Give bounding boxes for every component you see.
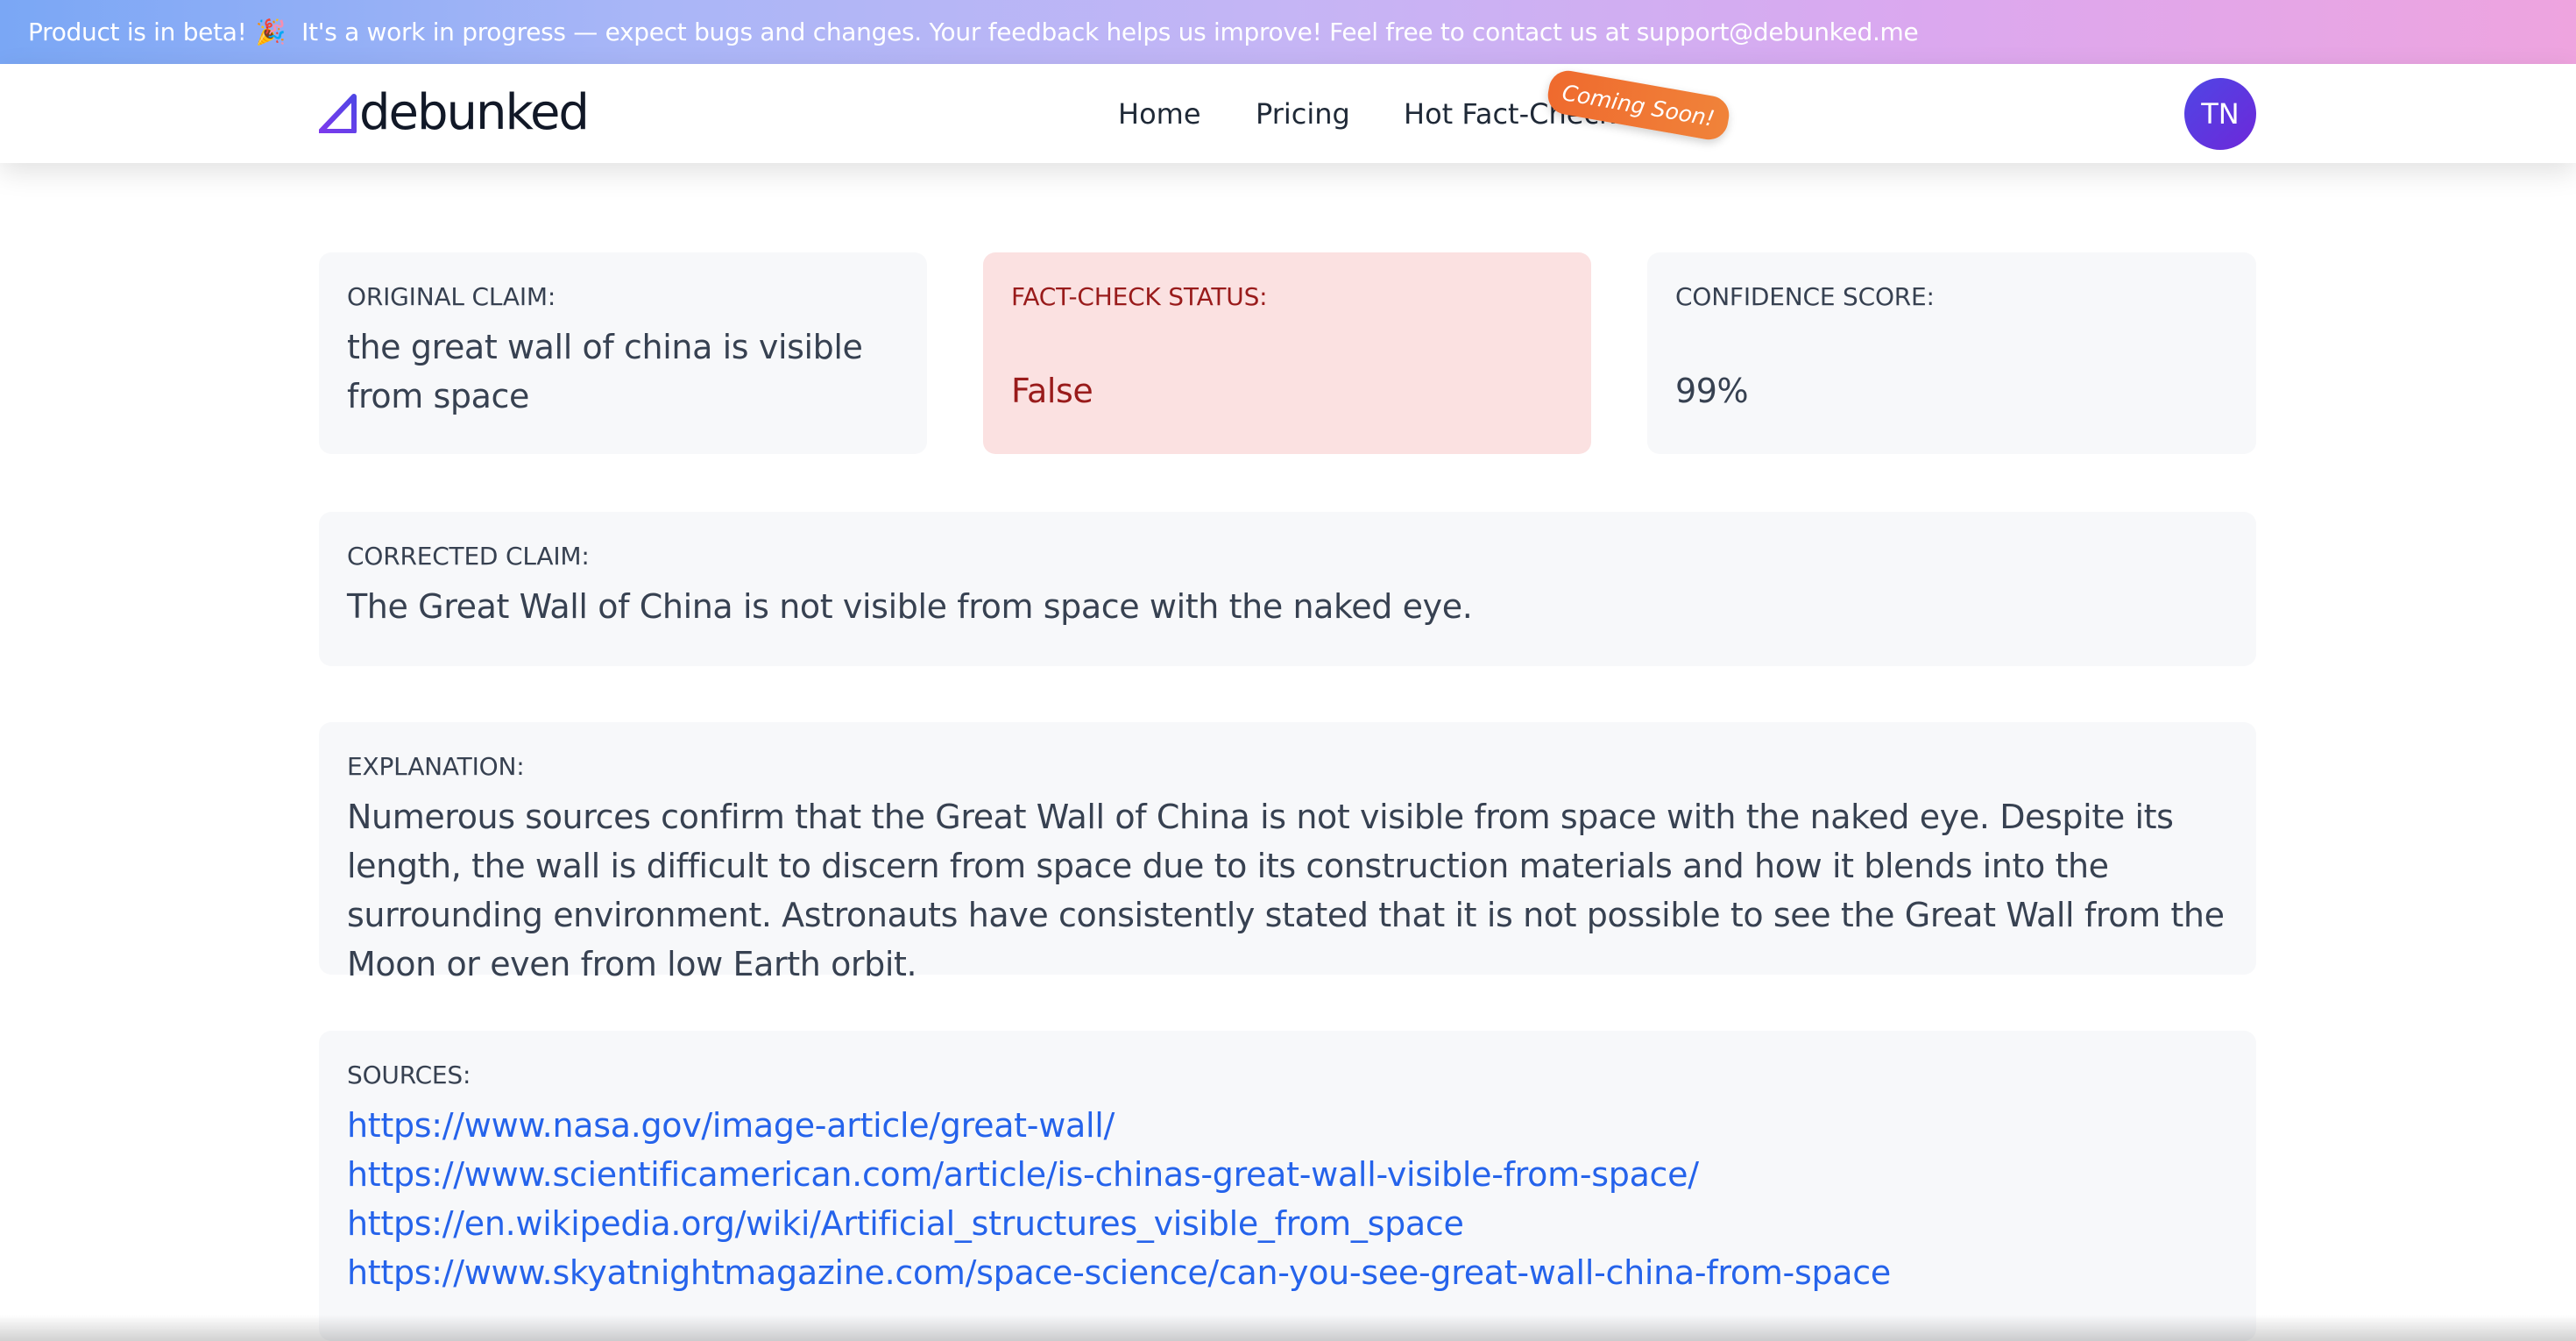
source-link[interactable]: https://en.wikipedia.org/wiki/Artificial…	[347, 1199, 2228, 1248]
nav-home[interactable]: Home	[1118, 64, 1201, 163]
original-claim-value: the great wall of china is visible from …	[347, 328, 863, 415]
source-link[interactable]: https://www.nasa.gov/image-article/great…	[347, 1101, 2228, 1150]
confidence-score-label: CONFIDENCE SCORE:	[1675, 282, 1935, 311]
sources-card: SOURCES: https://www.nasa.gov/image-arti…	[319, 1031, 2256, 1341]
source-link[interactable]: https://www.scientificamerican.com/artic…	[347, 1150, 2228, 1199]
fact-check-status-label: FACT-CHECK STATUS:	[1011, 282, 1268, 311]
original-claim-card: ORIGINAL CLAIM: the great wall of china …	[319, 252, 927, 454]
logo[interactable]: debunked	[319, 84, 590, 141]
logo-text: debunked	[359, 84, 590, 141]
avatar[interactable]: TN	[2184, 78, 2256, 150]
fact-check-status-value: False	[1011, 372, 1093, 410]
corrected-claim-card: CORRECTED CLAIM: The Great Wall of China…	[319, 512, 2256, 666]
explanation-card: EXPLANATION: Numerous sources confirm th…	[319, 722, 2256, 983]
explanation-value: Numerous sources confirm that the Great …	[347, 798, 2225, 983]
original-claim-label: ORIGINAL CLAIM:	[347, 282, 556, 311]
site-header: debunked Home Pricing Hot Fact-Checks Co…	[0, 64, 2576, 163]
fact-check-status-card: FACT-CHECK STATUS: False	[983, 252, 1591, 454]
corrected-claim-value: The Great Wall of China is not visible f…	[347, 587, 1473, 626]
source-link[interactable]: https://www.skyatnightmagazine.com/space…	[347, 1248, 2228, 1297]
corrected-claim-label: CORRECTED CLAIM:	[347, 542, 590, 571]
beta-banner-title: Product is in beta!	[28, 18, 247, 46]
confidence-score-value: 99%	[1675, 372, 1749, 410]
party-popper-icon: 🎉	[255, 18, 287, 46]
explanation-label: EXPLANATION:	[347, 752, 525, 781]
nav-pricing[interactable]: Pricing	[1256, 64, 1350, 163]
sources-list: https://www.nasa.gov/image-article/great…	[347, 1101, 2228, 1297]
sources-label: SOURCES:	[347, 1061, 471, 1089]
logo-mark-icon	[319, 94, 357, 133]
confidence-score-card: CONFIDENCE SCORE: 99%	[1647, 252, 2256, 454]
beta-banner-message: It's a work in progress — expect bugs an…	[301, 18, 1919, 46]
beta-banner: Product is in beta! 🎉 It's a work in pro…	[0, 0, 2576, 64]
